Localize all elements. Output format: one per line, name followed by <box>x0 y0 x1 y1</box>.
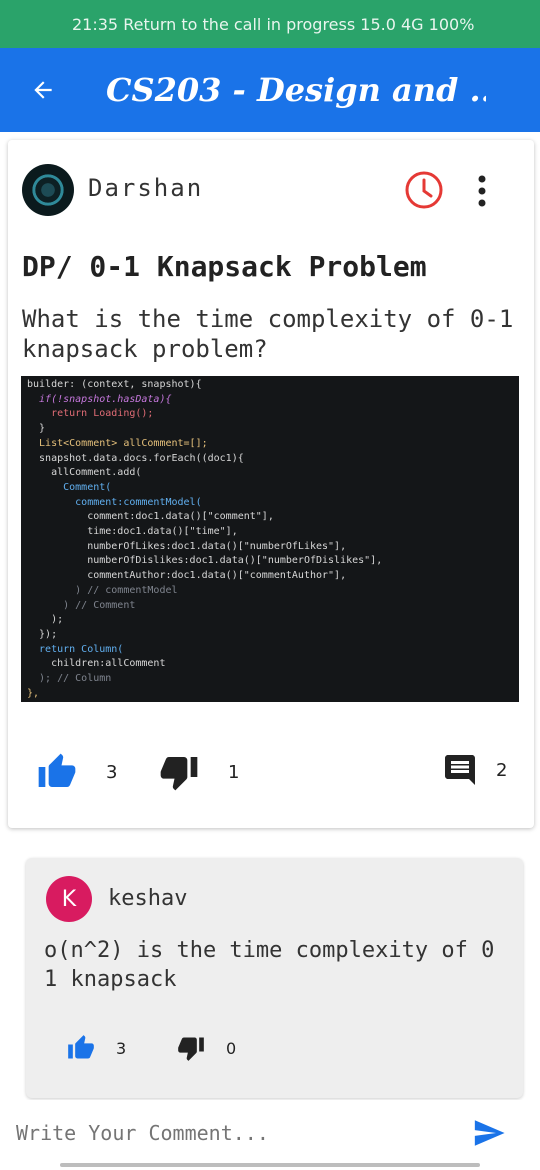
clock-button[interactable] <box>404 170 444 210</box>
like-count: 3 <box>106 761 118 783</box>
comment-card: K keshav o(n^2) is the time complexity o… <box>26 858 523 1098</box>
thumb-up-icon <box>38 753 76 787</box>
send-button[interactable] <box>470 1116 510 1150</box>
code-line: }, <box>27 687 40 699</box>
post-body: What is the time complexity of 0-1 knaps… <box>22 305 514 363</box>
comment-dislike-action[interactable]: 0 <box>176 1034 236 1062</box>
code-line: ); <box>27 614 64 626</box>
like-action[interactable]: 3 <box>36 752 117 792</box>
code-line: numberOfLikes:doc1.data()["numberOfLikes… <box>27 540 347 552</box>
code-line: }); <box>27 628 58 640</box>
code-line: comment:commentModel( <box>27 496 202 508</box>
comment-icon <box>445 755 475 785</box>
code-line: commentAuthor:doc1.data()["commentAuthor… <box>27 570 347 582</box>
code-line: ); // Column <box>27 673 112 685</box>
code-line: return Loading(); <box>27 408 154 420</box>
code-line: comment:doc1.data()["comment"], <box>27 511 274 523</box>
comment-count: 2 <box>496 759 508 781</box>
page-title: CS203 - Design and ... <box>106 71 486 109</box>
comment-input[interactable] <box>16 1118 456 1148</box>
code-line: allComment.add( <box>27 467 142 479</box>
comment-like-action[interactable]: 3 <box>66 1034 126 1062</box>
code-line: return Column( <box>27 643 124 655</box>
dislike-count: 1 <box>228 761 240 783</box>
code-line: Comment( <box>27 481 112 493</box>
comment-text: o(n^2) is the time complexity of 0 1 kna… <box>44 938 495 992</box>
author-avatar[interactable] <box>22 164 74 216</box>
comment-composer <box>0 1100 540 1170</box>
code-line: } <box>27 423 46 435</box>
post-card: Darshan DP/ 0-1 Knapsack Problem What is… <box>8 140 534 828</box>
code-line: snapshot.data.docs.forEach((doc1){ <box>27 452 244 464</box>
status-bar: 21:35 Return to the call in progress 15.… <box>0 0 540 48</box>
thumb-down-icon <box>160 757 198 791</box>
commenter-name: keshav <box>108 886 188 911</box>
more-vert-icon <box>478 175 486 207</box>
thumb-down-icon <box>178 1037 204 1061</box>
back-button[interactable] <box>28 75 58 105</box>
code-screenshot: builder: (context, snapshot){ if(!snapsh… <box>21 376 519 702</box>
code-line: if(!snapshot.hasData){ <box>27 393 172 405</box>
comment-dislike-count: 0 <box>226 1038 237 1058</box>
code-line: ) // Comment <box>27 599 136 611</box>
comment-like-count: 3 <box>116 1038 127 1058</box>
app-bar: CS203 - Design and ... <box>0 48 540 132</box>
commenter-avatar[interactable]: K <box>46 876 92 922</box>
post-author: Darshan <box>88 174 204 202</box>
send-icon <box>474 1120 505 1146</box>
more-options-button[interactable] <box>472 174 492 208</box>
code-line: time:doc1.data()["time"], <box>27 526 238 538</box>
dislike-action[interactable]: 1 <box>158 752 239 792</box>
comments-action[interactable]: 2 <box>442 752 507 788</box>
code-line: List<Comment> allComment=[]; <box>27 437 208 449</box>
status-text: 21:35 Return to the call in progress 15.… <box>72 14 475 34</box>
code-line: numberOfDislikes:doc1.data()["numberOfDi… <box>27 555 383 567</box>
thumb-up-icon <box>68 1035 94 1059</box>
code-line: children:allComment <box>27 658 166 670</box>
arrow-back-icon <box>34 81 52 99</box>
clock-icon <box>405 171 443 209</box>
code-line: ) // commentModel <box>27 584 178 596</box>
code-line: builder: (context, snapshot){ <box>27 379 202 390</box>
post-title: DP/ 0-1 Knapsack Problem <box>22 250 427 283</box>
gesture-bar <box>60 1163 480 1167</box>
